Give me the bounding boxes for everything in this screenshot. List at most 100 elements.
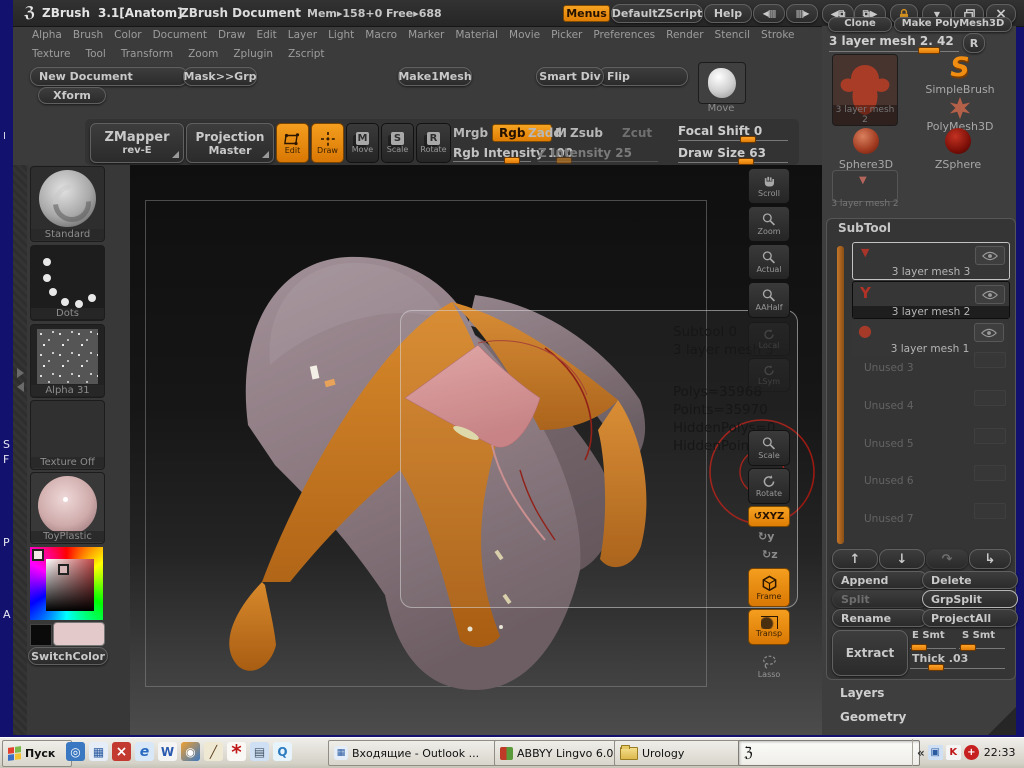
media-player-icon[interactable]: ◉ [181, 742, 200, 761]
subtool-item-selected[interactable]: ▼ 3 layer mesh 3 [852, 242, 1010, 280]
s-smooth-slider-label[interactable]: S Smt [962, 630, 995, 641]
transp-button[interactable]: Transp [748, 609, 790, 645]
subtool-unused-item[interactable]: Unused 3 [864, 362, 914, 374]
menu-zscript[interactable]: Zscript [288, 48, 324, 60]
clock[interactable]: 22:33 [984, 746, 1016, 759]
zoom-button[interactable]: Zoom [748, 206, 790, 242]
menu-light[interactable]: Light [328, 29, 354, 41]
subtool-scrollbar[interactable] [837, 246, 844, 544]
secondary-color-swatch[interactable] [30, 624, 52, 646]
tray-resize-corner[interactable] [988, 707, 1016, 735]
local-button[interactable]: Local [748, 322, 790, 356]
network-icon[interactable]: ▣ [928, 745, 943, 760]
edit-button[interactable]: Edit [276, 123, 309, 163]
menu-edit[interactable]: Edit [256, 29, 276, 41]
focal-shift-slider-track[interactable] [678, 140, 788, 141]
menu-macro[interactable]: Macro [365, 29, 397, 41]
actual-button[interactable]: Actual [748, 244, 790, 280]
subtool-unused-item[interactable]: Unused 5 [864, 438, 914, 450]
append-button[interactable]: Append [832, 571, 928, 589]
recent-tool-thumbnail[interactable]: ▼ [832, 170, 898, 202]
task-abbyy[interactable]: ABBYY Lingvo 6.0 [494, 740, 622, 766]
task-urology[interactable]: Urology [614, 740, 746, 766]
close-app-icon[interactable]: × [112, 742, 131, 761]
lasso-button[interactable]: Lasso [748, 648, 790, 684]
unused-checkbox[interactable] [974, 352, 1006, 368]
xyz-rotation-button[interactable]: ↺XYZ [748, 506, 790, 527]
geometry-section-header[interactable]: Geometry [840, 710, 906, 724]
word-icon[interactable]: W [158, 742, 177, 761]
thick-slider-track[interactable] [910, 668, 1005, 669]
lsym-button[interactable]: LSym [748, 358, 790, 392]
draw-size-slider-handle[interactable] [738, 158, 754, 165]
rename-button[interactable]: Rename [832, 609, 928, 627]
rotate-button[interactable]: R Rotate [416, 123, 451, 163]
menu-brush[interactable]: Brush [73, 29, 103, 41]
subtool-down-button[interactable]: ↓ [879, 549, 925, 569]
visibility-eye-icon[interactable] [974, 323, 1004, 342]
projectall-button[interactable]: ProjectAll [922, 609, 1018, 627]
make1mesh-button[interactable]: Make1Mesh [398, 67, 472, 86]
kaspersky-icon[interactable]: K [946, 745, 961, 760]
current-texture-thumbnail[interactable]: Texture Off [30, 400, 105, 470]
app-icon[interactable]: ◎ [66, 742, 85, 761]
menu-stroke[interactable]: Stroke [761, 29, 794, 41]
menu-material[interactable]: Material [455, 29, 498, 41]
y-rotation-button[interactable]: ↻y [758, 530, 774, 543]
unused-checkbox[interactable] [974, 390, 1006, 406]
subtool-up-button[interactable]: ↑ [832, 549, 878, 569]
scale-button[interactable]: S Scale [381, 123, 414, 163]
menu-layer[interactable]: Layer [288, 29, 317, 41]
menu-zplugin[interactable]: Zplugin [233, 48, 273, 60]
subtool-header[interactable]: SubTool [838, 221, 891, 235]
menu-preferences[interactable]: Preferences [593, 29, 655, 41]
menu-tool[interactable]: Tool [85, 48, 105, 60]
left-tray-divider[interactable] [13, 165, 27, 735]
tray-collapse-arrow-icon[interactable] [17, 368, 24, 378]
current-brush-thumbnail[interactable]: Standard [30, 166, 105, 242]
subtool-item[interactable]: Y 3 layer mesh 2 [852, 281, 1010, 319]
current-stroke-thumbnail[interactable]: Dots [30, 245, 105, 321]
layers-section-header[interactable]: Layers [840, 686, 884, 700]
e-smooth-slider-label[interactable]: E Smt [912, 630, 945, 641]
extract-button[interactable]: Extract [832, 630, 908, 676]
unused-checkbox[interactable] [974, 465, 1006, 481]
menu-alpha[interactable]: Alpha [32, 29, 62, 41]
defaultzscript-button[interactable]: DefaultZScript [611, 4, 703, 23]
zmapper-button[interactable]: ZMapper rev-E [90, 123, 184, 163]
s-smooth-slider-handle[interactable] [960, 644, 976, 651]
move-tool-preview[interactable] [698, 62, 746, 104]
subtool-copy-button[interactable]: ↷ [926, 549, 968, 569]
draw-button[interactable]: Draw [311, 123, 344, 163]
help-button[interactable]: Help [704, 4, 752, 23]
thick-slider-handle[interactable] [928, 664, 944, 671]
menu-texture[interactable]: Texture [32, 48, 70, 60]
simplebrush-tool[interactable]: S SimpleBrush [920, 52, 1000, 98]
zadd-toggle[interactable]: Zadd [528, 126, 562, 140]
focal-shift-slider-handle[interactable] [740, 136, 756, 143]
subtool-unused-item[interactable]: Unused 4 [864, 400, 914, 412]
mrgb-toggle[interactable]: Mrgb [453, 126, 488, 140]
undo-strip-button[interactable]: ◀|||| [753, 4, 785, 23]
make-polymesh3d-button[interactable]: Make PolyMesh3D [894, 17, 1012, 32]
e-smooth-slider-handle[interactable] [911, 644, 927, 651]
redo-strip-button[interactable]: ||||▶ [786, 4, 818, 23]
internet-explorer-icon[interactable]: e [135, 742, 154, 761]
sv-square[interactable] [46, 559, 94, 611]
mask-grp-button[interactable]: Mask>>Grp [183, 67, 257, 86]
menu-color[interactable]: Color [114, 29, 141, 41]
menu-picker[interactable]: Picker [551, 29, 582, 41]
scroll-button[interactable]: Scroll [748, 168, 790, 204]
menu-zoom[interactable]: Zoom [188, 48, 218, 60]
r-button[interactable]: R [963, 33, 985, 53]
menu-transform[interactable]: Transform [121, 48, 173, 60]
menu-marker[interactable]: Marker [408, 29, 444, 41]
grpsplit-button[interactable]: GrpSplit [922, 590, 1018, 608]
menu-movie[interactable]: Movie [509, 29, 540, 41]
rgb-intensity-slider-handle[interactable] [504, 157, 520, 164]
smart-div-button[interactable]: Smart Div [536, 67, 604, 86]
zbrush-splat-icon[interactable]: * [227, 742, 246, 761]
clone-button[interactable]: Clone [828, 17, 892, 32]
canvas-scale-button[interactable]: Scale [748, 430, 790, 466]
xform-button[interactable]: Xform [38, 87, 106, 104]
